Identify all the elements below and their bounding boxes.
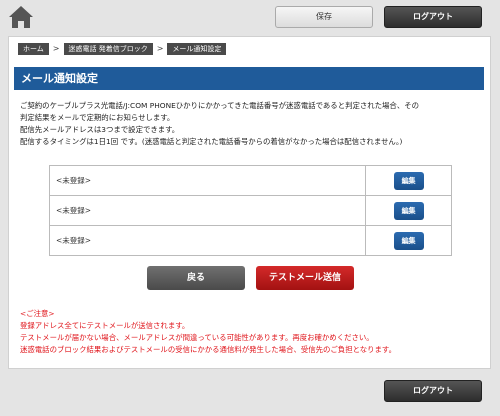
address-value: <未登録> [48, 195, 367, 226]
home-icon[interactable] [8, 4, 34, 30]
description: ご契約のケーブルプラス光電話/J:COM PHONEひかりにかかってきた電話番号… [20, 100, 482, 148]
logout-button[interactable]: ログアウト [384, 6, 482, 28]
address-table: <未登録> 編集 <未登録> 編集 <未登録> 編集 [48, 165, 452, 256]
breadcrumb-separator: > [156, 44, 164, 53]
table-row: <未登録> 編集 [48, 225, 452, 256]
send-test-mail-button[interactable]: テストメール送信 [256, 266, 354, 290]
breadcrumb-item-current: メール通知設定 [167, 43, 227, 55]
notes-line: 登録アドレス全てにテストメールが送信されます。 [20, 321, 190, 330]
notes-heading: <ご注意> [20, 309, 55, 318]
description-line: 配信するタイミングは1日1回 です。(迷惑電話と判定された電話番号からの着信がな… [20, 137, 403, 146]
description-line: ご契約のケーブルプラス光電話/J:COM PHONEひかりにかかってきた電話番号… [20, 101, 419, 110]
breadcrumb-item-block[interactable]: 迷惑電話 発着信ブロック [63, 43, 153, 55]
notes: <ご注意> 登録アドレス全てにテストメールが送信されます。 テストメールが届かな… [20, 308, 482, 356]
address-value: <未登録> [48, 165, 367, 196]
logout-button-bottom[interactable]: ログアウト [384, 380, 482, 402]
save-button[interactable]: 保存 [275, 6, 373, 28]
breadcrumb-item-home[interactable]: ホーム [18, 43, 49, 55]
main-panel: ホーム > 迷惑電話 発着信ブロック > メール通知設定 メール通知設定 ご契約… [8, 36, 491, 369]
notes-line: テストメールが届かない場合、メールアドレスが間違っている可能性があります。再度お… [20, 333, 374, 342]
edit-button[interactable]: 編集 [393, 171, 424, 190]
edit-button[interactable]: 編集 [393, 201, 424, 220]
breadcrumb: ホーム > 迷惑電話 発着信ブロック > メール通知設定 [18, 43, 227, 55]
top-bar: 保存 ログアウト [0, 0, 500, 34]
table-row: <未登録> 編集 [48, 195, 452, 226]
table-row: <未登録> 編集 [48, 165, 452, 196]
back-button[interactable]: 戻る [147, 266, 245, 290]
description-line: 判定結果をメールで定期的にお知らせします。 [20, 113, 175, 122]
breadcrumb-separator: > [52, 44, 60, 53]
edit-button[interactable]: 編集 [393, 231, 424, 250]
address-value: <未登録> [48, 225, 367, 256]
description-line: 配信先メールアドレスは3つまで設定できます。 [20, 125, 180, 134]
page-title: メール通知設定 [14, 67, 484, 90]
notes-line: 迷惑電話のブロック結果およびテストメールの受信にかかる通信料が発生した場合、受信… [20, 345, 396, 354]
